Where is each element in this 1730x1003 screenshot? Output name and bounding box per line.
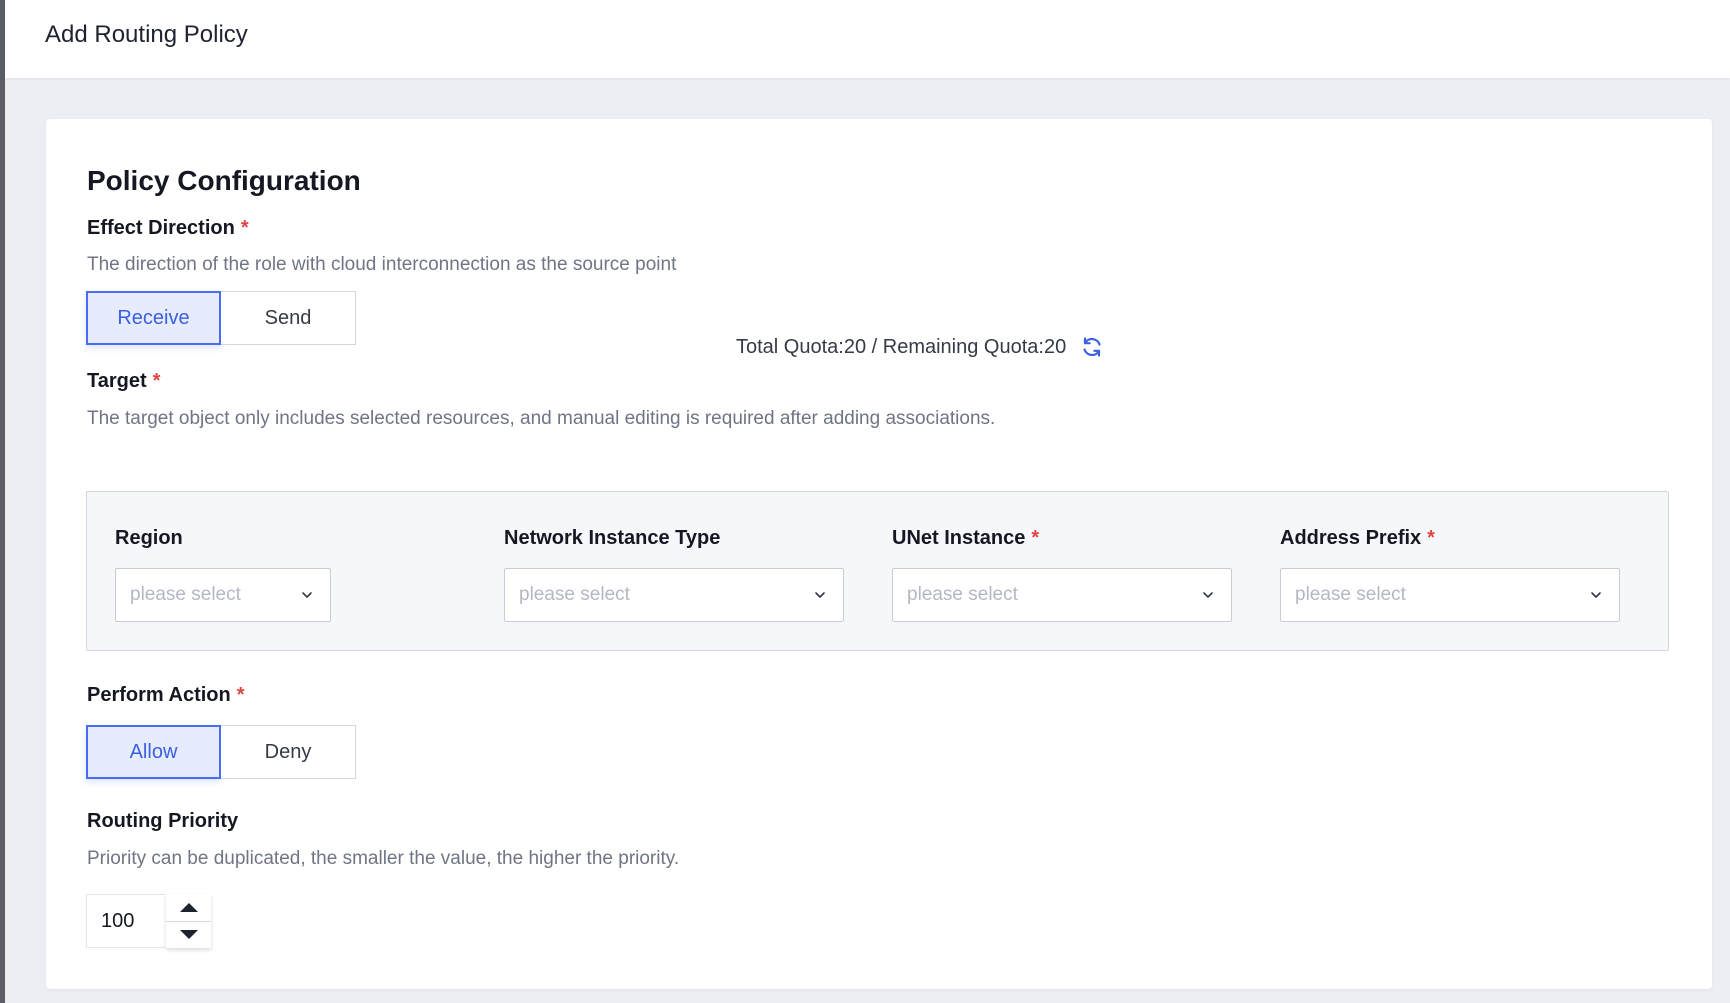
page-header: Add Routing Policy bbox=[5, 0, 1730, 78]
chevron-down-icon bbox=[302, 592, 312, 598]
send-button[interactable]: Send bbox=[221, 291, 356, 345]
routing-priority-input[interactable] bbox=[86, 894, 166, 948]
window-left-edge bbox=[0, 0, 5, 1003]
network-instance-type-placeholder: please select bbox=[519, 584, 630, 605]
address-prefix-label-text: Address Prefix bbox=[1280, 527, 1422, 549]
page-title: Add Routing Policy bbox=[45, 21, 248, 48]
effect-direction-label: Effect Direction * bbox=[87, 217, 249, 240]
routing-priority-label-text: Routing Priority bbox=[87, 810, 239, 832]
quota-display: Total Quota:20 / Remaining Quota:20 bbox=[736, 335, 1104, 359]
unet-instance-placeholder: please select bbox=[907, 584, 1018, 605]
perform-action-label-text: Perform Action bbox=[87, 684, 231, 706]
target-label-text: Target bbox=[87, 370, 147, 392]
network-instance-type-label-text: Network Instance Type bbox=[504, 527, 721, 549]
address-prefix-label: Address Prefix * bbox=[1280, 527, 1435, 550]
policy-config-card: Policy Configuration Effect Direction * T… bbox=[46, 119, 1712, 989]
target-label: Target * bbox=[87, 370, 160, 393]
address-prefix-select[interactable]: please select bbox=[1280, 568, 1620, 622]
allow-button[interactable]: Allow bbox=[86, 725, 221, 779]
target-help: The target object only includes selected… bbox=[87, 408, 996, 429]
decrement-button[interactable] bbox=[166, 920, 211, 948]
routing-priority-help: Priority can be duplicated, the smaller … bbox=[87, 848, 680, 869]
network-instance-type-select[interactable]: please select bbox=[504, 568, 844, 622]
required-mark: * bbox=[1427, 527, 1435, 549]
caret-up-icon bbox=[179, 902, 198, 912]
unet-instance-label: UNet Instance * bbox=[892, 527, 1039, 550]
required-mark: * bbox=[240, 217, 249, 239]
routing-priority-stepper bbox=[86, 894, 211, 948]
chevron-down-icon bbox=[815, 592, 825, 598]
effect-direction-toggle: Receive Send bbox=[86, 291, 356, 345]
stepper-buttons bbox=[166, 894, 211, 948]
increment-button[interactable] bbox=[166, 894, 211, 921]
required-mark: * bbox=[152, 370, 161, 392]
required-mark: * bbox=[236, 684, 245, 706]
required-mark: * bbox=[1031, 527, 1040, 549]
caret-down-icon bbox=[179, 930, 198, 940]
chevron-down-icon bbox=[1591, 592, 1601, 598]
quota-text: Total Quota:20 / Remaining Quota:20 bbox=[736, 335, 1067, 358]
network-instance-type-label: Network Instance Type bbox=[504, 527, 720, 550]
region-label: Region bbox=[115, 527, 183, 550]
unet-instance-label-text: UNet Instance bbox=[892, 527, 1026, 549]
target-box: Region please select Network Instance Ty… bbox=[86, 491, 1669, 651]
unet-instance-select[interactable]: please select bbox=[892, 568, 1232, 622]
refresh-icon[interactable] bbox=[1080, 335, 1104, 359]
deny-button[interactable]: Deny bbox=[221, 725, 356, 779]
effect-direction-label-text: Effect Direction bbox=[87, 217, 235, 239]
region-placeholder: please select bbox=[130, 584, 241, 605]
receive-button[interactable]: Receive bbox=[86, 291, 221, 345]
region-select[interactable]: please select bbox=[115, 568, 331, 622]
perform-action-label: Perform Action * bbox=[87, 684, 245, 707]
address-prefix-placeholder: please select bbox=[1295, 584, 1406, 605]
section-title: Policy Configuration bbox=[87, 165, 361, 196]
routing-priority-label: Routing Priority bbox=[87, 810, 238, 833]
region-label-text: Region bbox=[115, 527, 183, 549]
perform-action-toggle: Allow Deny bbox=[86, 725, 356, 779]
chevron-down-icon bbox=[1203, 592, 1213, 598]
effect-direction-help: The direction of the role with cloud int… bbox=[87, 254, 677, 275]
